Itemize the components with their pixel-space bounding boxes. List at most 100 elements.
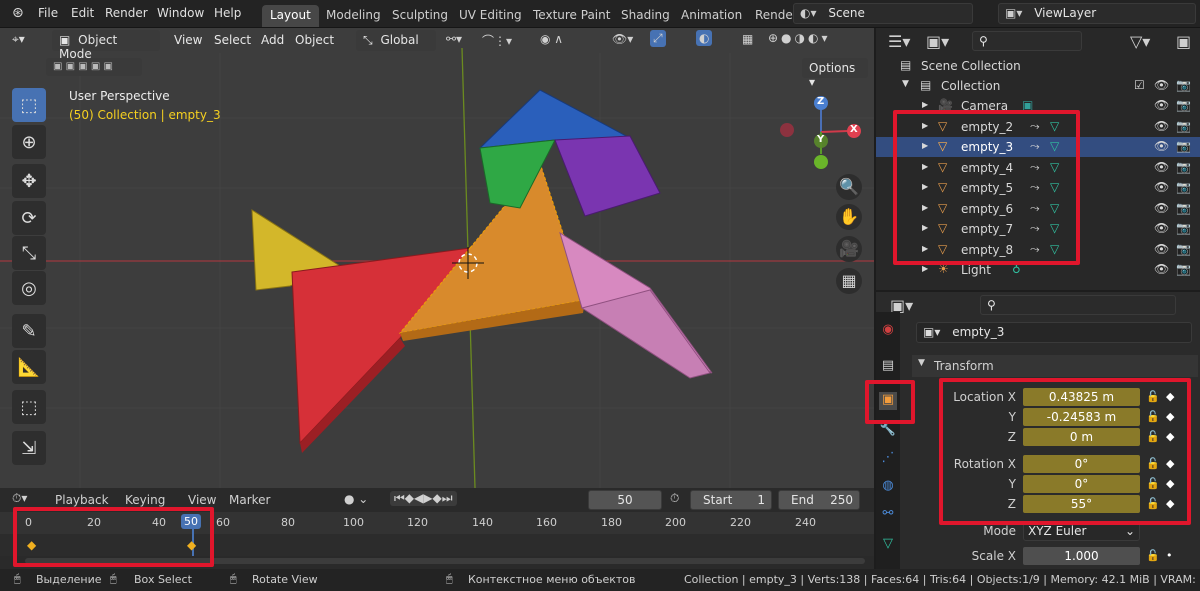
scale-tool-button[interactable]: ⤡: [12, 236, 46, 270]
eye-icon[interactable]: 👁: [1154, 242, 1169, 256]
proportional-edit-icon[interactable]: ◉ ∧: [540, 32, 563, 46]
rotate-tool-button[interactable]: ⟳: [12, 201, 46, 235]
render-tab-icon[interactable]: ◉: [879, 322, 897, 340]
tab-layout[interactable]: Layout: [262, 5, 319, 27]
eye-icon[interactable]: 👁: [1154, 262, 1169, 276]
transform-tool-button[interactable]: ◎: [12, 271, 46, 305]
eye-icon[interactable]: 👁: [1154, 98, 1169, 112]
visibility-icon[interactable]: 👁▾: [612, 32, 633, 46]
eye-icon[interactable]: 👁: [1154, 139, 1169, 153]
selection-mode-buttons[interactable]: ▣ ▣ ▣ ▣ ▣: [46, 58, 142, 76]
properties-search-input[interactable]: ⚲: [980, 295, 1176, 315]
overlay-icon[interactable]: ◐: [696, 30, 713, 46]
select-tool-button[interactable]: ⬚: [12, 88, 46, 122]
ortho-toggle-button[interactable]: ▦: [836, 268, 862, 294]
timeline-menu-playback[interactable]: Playback: [55, 493, 109, 507]
menu-window[interactable]: Window: [157, 6, 204, 20]
scene-selector[interactable]: ◐▾ Scene: [793, 3, 973, 24]
display-mode-icon[interactable]: ▣▾: [926, 32, 949, 51]
extra-tool-button[interactable]: ⇲: [12, 431, 46, 465]
keyframe-icon[interactable]: •: [1166, 549, 1173, 562]
current-frame-field[interactable]: 50: [588, 490, 662, 510]
vp-menu-select[interactable]: Select: [214, 33, 251, 47]
render-camera-icon[interactable]: 📷: [1176, 139, 1191, 153]
tab-shading[interactable]: Shading: [613, 5, 678, 27]
annotate-tool-button[interactable]: ✎: [12, 314, 46, 348]
new-collection-icon[interactable]: ▣: [1176, 32, 1191, 51]
lock-icon[interactable]: 🔓: [1146, 549, 1160, 562]
menu-render[interactable]: Render: [105, 6, 148, 20]
3d-viewport[interactable]: Z X Y ⌖▾ ▣ Object Mode View Select Add O…: [0, 28, 874, 488]
timeline-menu-view[interactable]: View: [188, 493, 216, 507]
render-camera-icon[interactable]: 📷: [1176, 180, 1191, 194]
timeline-menu-keying[interactable]: Keying: [125, 493, 165, 507]
eye-icon[interactable]: 👁: [1154, 221, 1169, 235]
orientation-selector[interactable]: ⤡ Global: [356, 30, 436, 51]
vp-menu-add[interactable]: Add: [261, 33, 284, 47]
tab-texture-paint[interactable]: Texture Paint: [525, 5, 618, 27]
render-camera-icon[interactable]: 📷: [1176, 221, 1191, 235]
tab-modeling[interactable]: Modeling: [318, 5, 389, 27]
expand-arrow-icon[interactable]: ▼: [902, 79, 909, 89]
timeline-menu-marker[interactable]: Marker: [229, 493, 270, 507]
eye-icon[interactable]: 👁: [1154, 78, 1169, 92]
view-layer-selector[interactable]: ▣▾ ViewLayer: [998, 3, 1196, 24]
cursor-tool-button[interactable]: ⊕: [12, 125, 46, 159]
render-camera-icon[interactable]: 📷: [1176, 78, 1191, 92]
scale-x-field[interactable]: 1.000: [1023, 547, 1140, 565]
playback-controls[interactable]: ⏮◆◀▶◆⏭: [390, 491, 457, 506]
xray-icon[interactable]: ▦: [742, 32, 753, 46]
render-camera-icon[interactable]: 📷: [1176, 160, 1191, 174]
expand-arrow-icon[interactable]: ▶: [922, 264, 928, 273]
move-tool-button[interactable]: ✥: [12, 164, 46, 198]
expand-arrow-icon[interactable]: ▶: [922, 100, 928, 109]
add-cube-tool-button[interactable]: ⬚: [12, 390, 46, 424]
zoom-button[interactable]: 🔍: [836, 174, 862, 200]
shading-modes-icon[interactable]: ⊕●◑◐▾: [768, 31, 831, 45]
eye-icon[interactable]: 👁: [1154, 180, 1169, 194]
pan-button[interactable]: ✋: [836, 204, 862, 230]
render-camera-icon[interactable]: 📷: [1176, 201, 1191, 215]
collection-tab-icon[interactable]: ▤: [879, 358, 897, 376]
menu-edit[interactable]: Edit: [71, 6, 94, 20]
render-camera-icon[interactable]: 📷: [1176, 242, 1191, 256]
render-camera-icon[interactable]: 📷: [1176, 119, 1191, 133]
measure-tool-button[interactable]: 📐: [12, 350, 46, 384]
render-camera-icon[interactable]: 📷: [1176, 98, 1191, 112]
outliner-type-icon[interactable]: ☰▾: [888, 32, 910, 51]
record-icon[interactable]: ● ⌄: [344, 492, 368, 506]
editor-type-icon[interactable]: ⌖▾: [12, 32, 25, 47]
render-camera-icon[interactable]: 📷: [1176, 262, 1191, 276]
pivot-icon[interactable]: ⚯▾: [446, 32, 462, 46]
tab-animation[interactable]: Animation: [673, 5, 750, 27]
object-name-field[interactable]: ▣▾ empty_3: [916, 322, 1192, 343]
eye-icon[interactable]: 👁: [1154, 119, 1169, 133]
camera-view-button[interactable]: 🎥: [836, 236, 862, 262]
stopwatch-icon[interactable]: ⏱: [670, 491, 679, 506]
transform-panel-header[interactable]: ▼ Transform: [912, 355, 1198, 377]
options-button[interactable]: Options ▾: [802, 58, 868, 89]
outliner-search-input[interactable]: ⚲: [972, 31, 1082, 51]
menu-file[interactable]: File: [38, 6, 58, 20]
tab-uv-editing[interactable]: UV Editing: [451, 5, 530, 27]
start-frame-field[interactable]: Start 1: [690, 490, 772, 510]
gizmo-z-label[interactable]: Z: [817, 96, 824, 107]
checkbox-icon[interactable]: ☑: [1134, 78, 1145, 92]
vp-menu-view[interactable]: View: [174, 33, 202, 47]
snap-icon[interactable]: ⌒⋮▾: [482, 32, 512, 49]
gizmo-y-label[interactable]: Y: [817, 134, 824, 145]
mode-selector[interactable]: ▣ Object Mode: [52, 30, 160, 61]
scene-collection-row[interactable]: ▤ Scene Collection: [876, 56, 1200, 76]
gizmo-toggle-icon[interactable]: ⤢: [650, 30, 666, 47]
end-frame-field[interactable]: End 250: [778, 490, 860, 510]
tab-sculpting[interactable]: Sculpting: [384, 5, 456, 27]
editor-type-icon[interactable]: ⏱▾: [12, 491, 27, 506]
filter-icon[interactable]: ▽▾: [1130, 32, 1150, 51]
menu-help[interactable]: Help: [214, 6, 241, 20]
eye-icon[interactable]: 👁: [1154, 201, 1169, 215]
blender-logo-icon[interactable]: ⊛: [12, 5, 24, 21]
gizmo-x-label[interactable]: X: [850, 124, 858, 135]
vp-menu-object[interactable]: Object: [295, 33, 334, 47]
collection-row[interactable]: ▼ ▤ Collection ☑ 👁 📷: [876, 76, 1200, 96]
eye-icon[interactable]: 👁: [1154, 160, 1169, 174]
